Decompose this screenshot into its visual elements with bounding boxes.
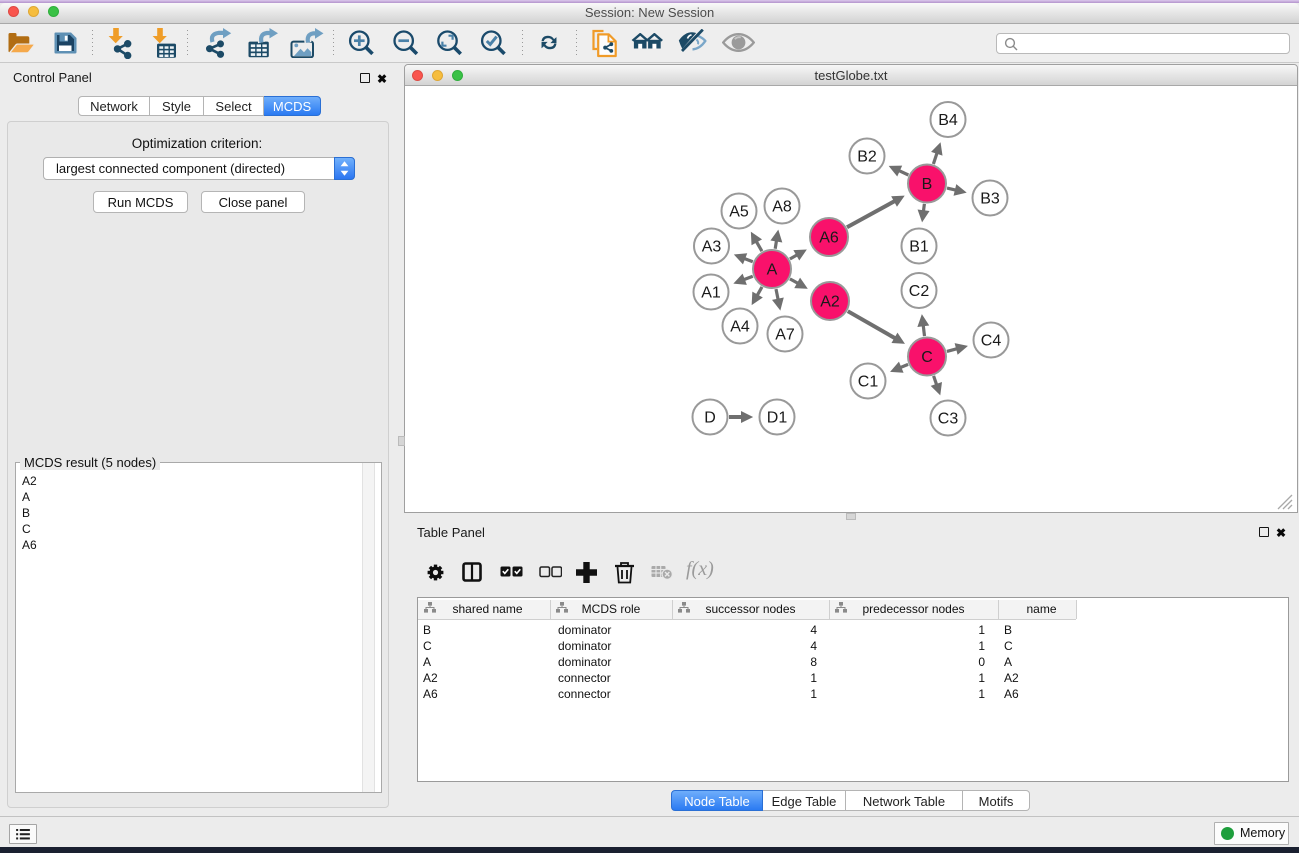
svg-text:C4: C4 <box>981 333 1002 350</box>
svg-text:A7: A7 <box>775 327 795 344</box>
svg-text:A1: A1 <box>701 285 721 302</box>
svg-text:B2: B2 <box>857 149 877 166</box>
svg-text:C3: C3 <box>938 411 959 428</box>
svg-text:B4: B4 <box>938 112 958 129</box>
svg-text:A4: A4 <box>730 319 750 336</box>
svg-text:B1: B1 <box>909 239 929 256</box>
svg-text:C: C <box>921 349 933 366</box>
svg-text:A6: A6 <box>819 230 839 247</box>
svg-text:B: B <box>922 176 933 193</box>
svg-text:B3: B3 <box>980 191 1000 208</box>
svg-text:A: A <box>767 262 778 279</box>
svg-text:C1: C1 <box>858 374 879 391</box>
svg-text:A5: A5 <box>729 204 749 221</box>
svg-text:A2: A2 <box>820 294 840 311</box>
svg-text:D1: D1 <box>767 410 788 427</box>
svg-text:C2: C2 <box>909 283 930 300</box>
svg-text:A3: A3 <box>702 239 722 256</box>
svg-text:A8: A8 <box>772 199 792 216</box>
svg-text:D: D <box>704 410 716 427</box>
